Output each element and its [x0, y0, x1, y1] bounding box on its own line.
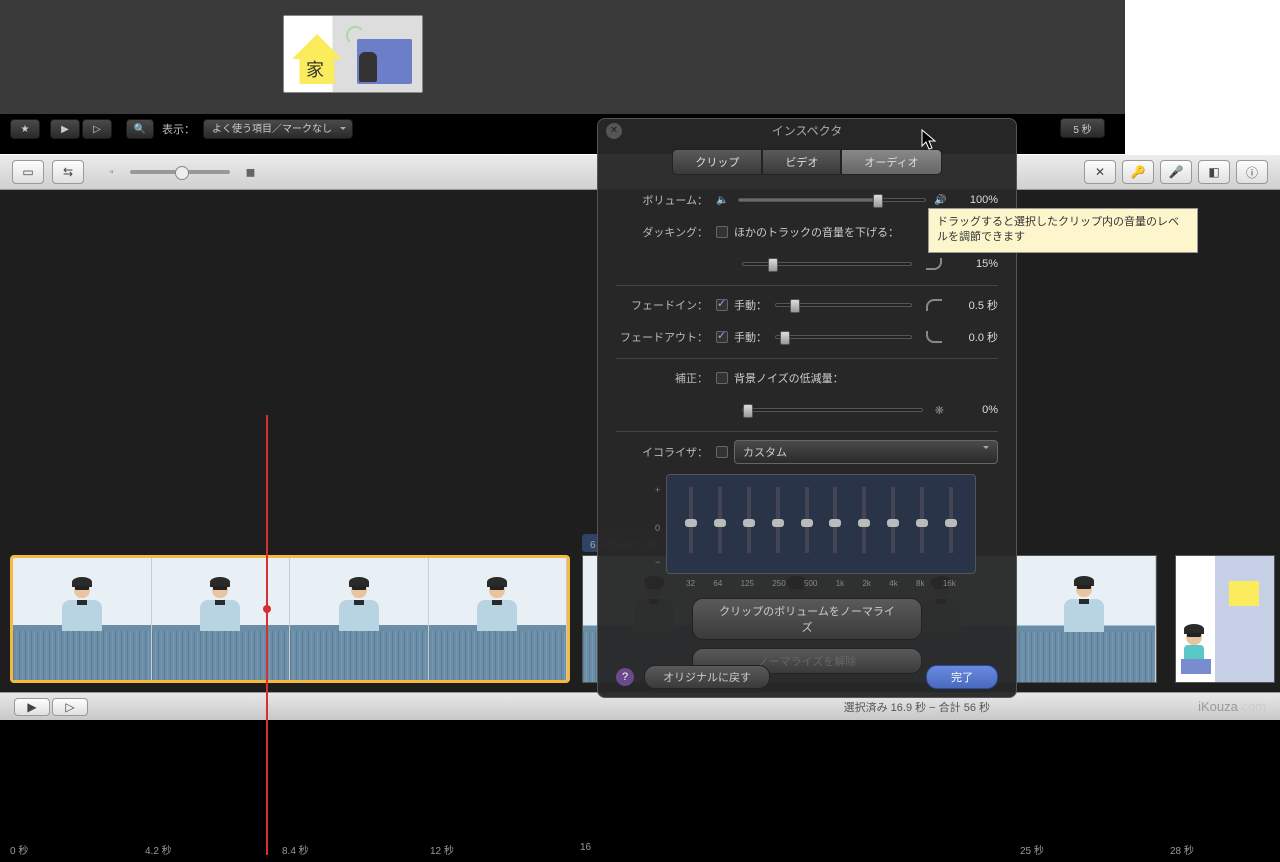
eq-axis-zero: 0: [655, 523, 660, 533]
ducking-slider[interactable]: [742, 262, 912, 266]
eq-band-slider[interactable]: [862, 487, 866, 553]
eq-band-slider[interactable]: [747, 487, 751, 553]
volume-slider[interactable]: [738, 198, 926, 202]
fadeout-label: フェードアウト：: [616, 329, 716, 345]
time-mark: 8.4 秒: [282, 842, 309, 857]
person-icon: [359, 52, 377, 82]
eq-band-slider[interactable]: [805, 487, 809, 553]
revert-button[interactable]: オリジナルに戻す: [644, 665, 770, 689]
swap-button[interactable]: ⇆: [52, 160, 84, 184]
fadein-value: 0.5 秒: [948, 297, 998, 313]
laptop-icon: [1181, 659, 1211, 674]
noise-value: 0%: [948, 404, 998, 416]
inspector-tabs: クリップ ビデオ オーディオ: [598, 149, 1016, 175]
display-label: 表示：: [162, 121, 195, 137]
eq-band-slider[interactable]: [891, 487, 895, 553]
key-button[interactable]: 🔑: [1122, 160, 1154, 184]
volume-tooltip: ドラッグすると選択したクリップ内の音量のレベルを調節できます: [928, 208, 1198, 253]
watermark: iKouza.com: [1198, 699, 1266, 714]
tab-clip[interactable]: クリップ: [672, 149, 762, 175]
zoom-out-icon: ▫: [110, 167, 114, 178]
duck-curve-icon: [926, 258, 942, 270]
person-icon: [1184, 627, 1204, 662]
eq-dropdown[interactable]: カスタム: [734, 440, 998, 464]
inspector-title-text: インスペクタ: [772, 124, 842, 138]
eq-axis-minus: −: [655, 557, 660, 567]
fadeout-checkbox[interactable]: [716, 331, 728, 343]
fadein-checkbox[interactable]: [716, 299, 728, 311]
eq-label: イコライザ：: [616, 444, 716, 460]
thumbnail-image: [284, 16, 422, 92]
search-button[interactable]: 🔍: [126, 119, 154, 139]
eq-band-slider[interactable]: [920, 487, 924, 553]
eq-band-slider[interactable]: [718, 487, 722, 553]
time-mark: 12 秒: [430, 842, 454, 857]
tab-audio[interactable]: オーディオ: [841, 149, 941, 175]
crop-button[interactable]: ◧: [1198, 160, 1230, 184]
normalize-button[interactable]: クリップのボリュームをノーマライズ: [692, 598, 922, 640]
tab-video[interactable]: ビデオ: [762, 149, 841, 175]
camera-button[interactable]: ▭: [12, 160, 44, 184]
fadein-curve-icon: [926, 299, 942, 311]
time-mark: 4.2 秒: [145, 842, 172, 857]
volume-value: 100%: [948, 194, 998, 206]
eq-axis-plus: +: [655, 485, 660, 495]
inspector-title: ✕ インスペクタ: [598, 119, 1016, 143]
eq-band-slider[interactable]: [949, 487, 953, 553]
voiceover-button[interactable]: 🎤: [1160, 160, 1192, 184]
help-button[interactable]: ?: [616, 668, 634, 686]
favorite-button[interactable]: ★: [10, 119, 40, 139]
play-button[interactable]: ▶: [50, 119, 80, 139]
fadein-label: フェードイン：: [616, 297, 716, 313]
correction-label: 補正：: [616, 370, 716, 386]
time-mark: 25 秒: [1020, 842, 1044, 857]
clip-duration[interactable]: 5 秒: [1060, 118, 1105, 138]
bottom-forward-button[interactable]: ▷: [52, 698, 88, 716]
eq-band-slider[interactable]: [776, 487, 780, 553]
playhead[interactable]: [266, 415, 268, 855]
house-icon: [292, 34, 342, 84]
thumbnail-zoom-slider[interactable]: [130, 170, 230, 174]
project-thumbnail[interactable]: [283, 15, 423, 93]
eq-checkbox[interactable]: [716, 446, 728, 458]
equalizer-graph[interactable]: + 0 − 32641252505001k2k4k8k16k: [666, 474, 976, 574]
time-ruler: 0 秒 4.2 秒 8.4 秒 12 秒 16 25 秒 28 秒: [10, 842, 1270, 862]
fadein-slider[interactable]: [775, 303, 912, 307]
inspector-panel: ✕ インスペクタ クリップ ビデオ オーディオ ボリューム： 🔈 🔊 100% …: [597, 118, 1017, 698]
fadeout-slider[interactable]: [775, 335, 912, 339]
play-forward-button[interactable]: ▷: [82, 119, 112, 139]
eq-band-slider[interactable]: [689, 487, 693, 553]
speaker-high-icon: 🔊: [934, 195, 948, 206]
noise-checkbox[interactable]: [716, 372, 728, 384]
fadeout-curve-icon: [926, 331, 942, 343]
ducking-checkbox[interactable]: [716, 226, 728, 238]
noise-slider[interactable]: [742, 408, 923, 412]
time-mark: 28 秒: [1170, 842, 1194, 857]
fadeout-value: 0.0 秒: [948, 329, 998, 345]
time-mark: 0 秒: [10, 842, 28, 857]
close-icon[interactable]: ✕: [606, 123, 622, 139]
fadeout-manual-label: 手動：: [734, 329, 767, 345]
volume-label: ボリューム：: [616, 192, 716, 208]
fadein-manual-label: 手動：: [734, 297, 767, 313]
speaker-low-icon: 🔈: [716, 195, 730, 206]
noise-icon: ❋: [935, 404, 944, 417]
zoom-in-icon: ◼: [246, 165, 256, 179]
project-area: [0, 0, 1125, 115]
eq-band-slider[interactable]: [833, 487, 837, 553]
ducking-value: 15%: [948, 258, 998, 270]
bottom-play-button[interactable]: ▶: [14, 698, 50, 716]
time-mark: 16: [580, 842, 591, 853]
clip-3[interactable]: [1175, 555, 1275, 683]
display-filter-dropdown[interactable]: よく使う項目／マークなし: [203, 119, 353, 139]
noise-checkbox-label: 背景ノイズの低減量：: [734, 370, 998, 386]
selected-clip[interactable]: [10, 555, 570, 683]
done-button[interactable]: 完了: [926, 665, 998, 689]
status-text: 選択済み 16.9 秒 − 合計 56 秒: [844, 699, 990, 715]
house-icon: [1229, 581, 1259, 606]
close-button[interactable]: ✕: [1084, 160, 1116, 184]
eq-freq-labels: 32641252505001k2k4k8k16k: [677, 579, 965, 588]
ducking-label: ダッキング：: [616, 224, 716, 240]
info-button[interactable]: ⓘ: [1236, 160, 1268, 184]
